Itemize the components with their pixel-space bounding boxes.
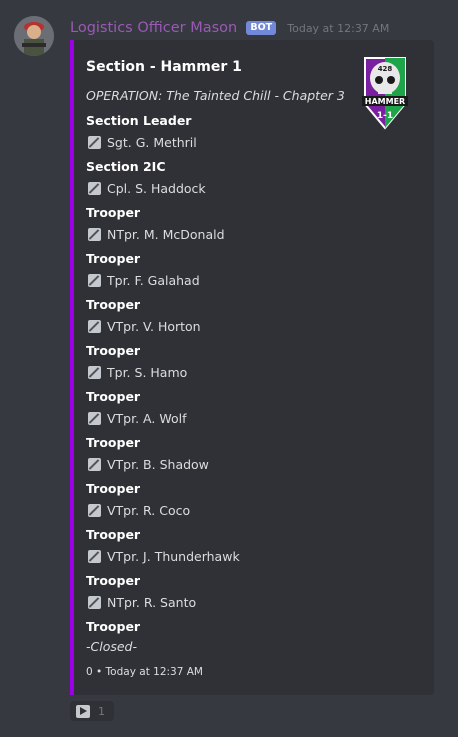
slash-box-icon	[88, 320, 101, 333]
field-name: Trooper	[86, 481, 141, 496]
field-value: Sgt. G. Methril	[86, 135, 197, 151]
member-name: VTpr. R. Coco	[107, 503, 191, 518]
slash-box-icon	[88, 274, 101, 287]
member-name: Sgt. G. Methril	[107, 135, 197, 150]
field-trooper-6: Trooper VTpr. B. Shadow	[86, 435, 209, 473]
member-name: NTpr. R. Santo	[107, 595, 197, 610]
field-name: Section Leader	[86, 113, 192, 128]
member-name: Cpl. S. Haddock	[107, 181, 206, 196]
embed-card: Section - Hammer 1 OPERATION: The Tainte…	[70, 40, 434, 695]
field-section-2ic: Section 2IC Cpl. S. Haddock	[86, 159, 206, 197]
field-value: NTpr. M. McDonald	[86, 227, 225, 243]
field-name: Trooper	[86, 527, 141, 542]
field-trooper-4: Trooper Tpr. S. Hamo	[86, 343, 187, 381]
embed-footer: 0 • Today at 12:37 AM	[86, 666, 203, 678]
slash-box-icon	[88, 504, 101, 517]
field-name: Trooper	[86, 435, 141, 450]
field-name: Section 2IC	[86, 159, 166, 174]
field-name: Trooper	[86, 619, 141, 634]
logo-number-text: 428	[378, 65, 393, 73]
field-trooper-10: Trooper -Closed-	[86, 619, 140, 655]
field-trooper-7: Trooper VTpr. R. Coco	[86, 481, 190, 519]
slash-box-icon	[88, 550, 101, 563]
field-name: Trooper	[86, 297, 141, 312]
field-value: Cpl. S. Haddock	[86, 181, 206, 197]
slash-box-icon	[88, 136, 101, 149]
member-name: Tpr. S. Hamo	[107, 365, 188, 380]
slash-box-icon	[88, 458, 101, 471]
embed-description: OPERATION: The Tainted Chill - Chapter 3	[86, 88, 345, 103]
field-trooper-2: Trooper Tpr. F. Galahad	[86, 251, 200, 289]
member-name: VTpr. B. Shadow	[107, 457, 209, 472]
field-value: VTpr. R. Coco	[86, 503, 190, 519]
field-value-closed: -Closed-	[86, 639, 138, 654]
field-value: NTpr. R. Santo	[86, 595, 196, 611]
member-name: VTpr. V. Horton	[107, 319, 201, 334]
member-name: VTpr. A. Wolf	[107, 411, 187, 426]
field-name: Trooper	[86, 205, 141, 220]
field-section-leader: Section Leader Sgt. G. Methril	[86, 113, 197, 151]
field-name: Trooper	[86, 251, 141, 266]
field-trooper-5: Trooper VTpr. A. Wolf	[86, 389, 187, 427]
play-button-icon	[76, 704, 90, 718]
reaction-count: 1	[98, 704, 105, 718]
member-name: NTpr. M. McDonald	[107, 227, 225, 242]
reaction-button[interactable]: 1	[70, 701, 114, 721]
field-value: VTpr. V. Horton	[86, 319, 201, 335]
message-timestamp: Today at 12:37 AM	[287, 22, 390, 35]
embed-title: Section - Hammer 1	[86, 59, 242, 75]
slash-box-icon	[88, 182, 101, 195]
field-name: Trooper	[86, 573, 141, 588]
field-name: Trooper	[86, 343, 141, 358]
field-value: VTpr. A. Wolf	[86, 411, 187, 427]
field-trooper-3: Trooper VTpr. V. Horton	[86, 297, 201, 335]
slash-box-icon	[88, 596, 101, 609]
slash-box-icon	[88, 228, 101, 241]
hammer-skull-logo-icon[interactable]: 428 HAMMER 1-1	[361, 54, 409, 132]
member-name: Tpr. F. Galahad	[107, 273, 200, 288]
member-name: VTpr. J. Thunderhawk	[107, 549, 240, 564]
field-trooper-9: Trooper NTpr. R. Santo	[86, 573, 196, 611]
field-trooper-1: Trooper NTpr. M. McDonald	[86, 205, 225, 243]
author-name[interactable]: Logistics Officer Mason	[70, 20, 237, 36]
bot-badge: BOT	[246, 21, 277, 35]
slash-box-icon	[88, 412, 101, 425]
field-name: Trooper	[86, 389, 141, 404]
field-trooper-8: Trooper VTpr. J. Thunderhawk	[86, 527, 240, 565]
field-value: VTpr. J. Thunderhawk	[86, 549, 240, 565]
author-avatar[interactable]	[14, 16, 54, 56]
field-value: Tpr. F. Galahad	[86, 273, 200, 289]
field-value: VTpr. B. Shadow	[86, 457, 209, 473]
message-header: Logistics Officer Mason BOT Today at 12:…	[70, 17, 389, 36]
logo-section-text: 1-1	[377, 111, 393, 121]
slash-box-icon	[88, 366, 101, 379]
logo-hammer-text: HAMMER	[365, 97, 405, 106]
field-value: Tpr. S. Hamo	[86, 365, 187, 381]
